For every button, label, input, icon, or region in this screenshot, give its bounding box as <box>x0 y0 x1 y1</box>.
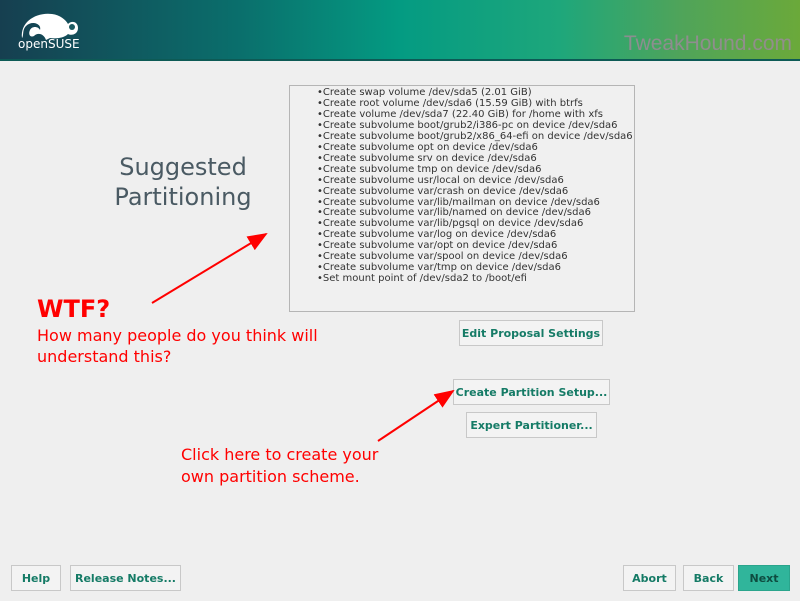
arrow-to-create-setup <box>377 389 455 442</box>
arrow-to-proposal <box>151 232 268 304</box>
annotation-line: How many people do you think will <box>37 326 318 345</box>
annotation-question: How many people do you think will unders… <box>37 325 318 367</box>
annotation-arrows <box>151 232 455 442</box>
annotation-line: Click here to create your <box>181 445 379 464</box>
annotation-hint: Click here to create your own partition … <box>181 444 378 488</box>
annotation-wtf: WTF? <box>37 295 111 323</box>
annotation-line: own partition scheme. <box>181 467 360 486</box>
annotation-line: understand this? <box>37 347 172 366</box>
